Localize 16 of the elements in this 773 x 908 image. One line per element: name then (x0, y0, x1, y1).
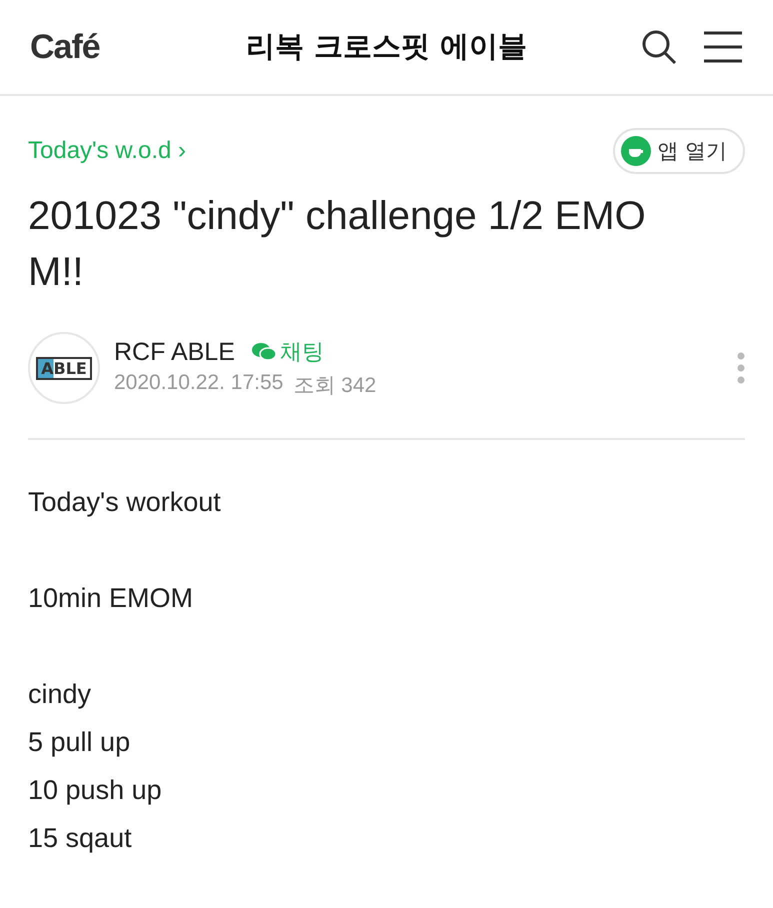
body-line: 15 sqaut (28, 822, 133, 855)
author-name[interactable]: RCF ABLE (114, 338, 235, 366)
body-line: 10 push up (28, 774, 163, 807)
cafe-logo[interactable]: Café (30, 28, 180, 66)
menu-icon[interactable] (703, 31, 743, 63)
cup-icon (621, 136, 652, 166)
post-title: 201023 "cindy" challenge 1/2 EMO M!! (28, 193, 647, 296)
view-count: 조회 342 (293, 373, 376, 399)
open-app-button[interactable]: 앱 열기 (613, 128, 745, 174)
cafe-name: 리복 크로스핏 에이블 (244, 28, 528, 65)
post-date: 2020.10.22. 17:55 (114, 371, 284, 396)
body-line: 5 pull up (28, 726, 132, 759)
body-line: 10min EMOM (28, 582, 194, 615)
body-line: Today's workout (28, 486, 222, 519)
search-icon[interactable] (641, 29, 677, 65)
body-line: cindy (28, 678, 92, 711)
